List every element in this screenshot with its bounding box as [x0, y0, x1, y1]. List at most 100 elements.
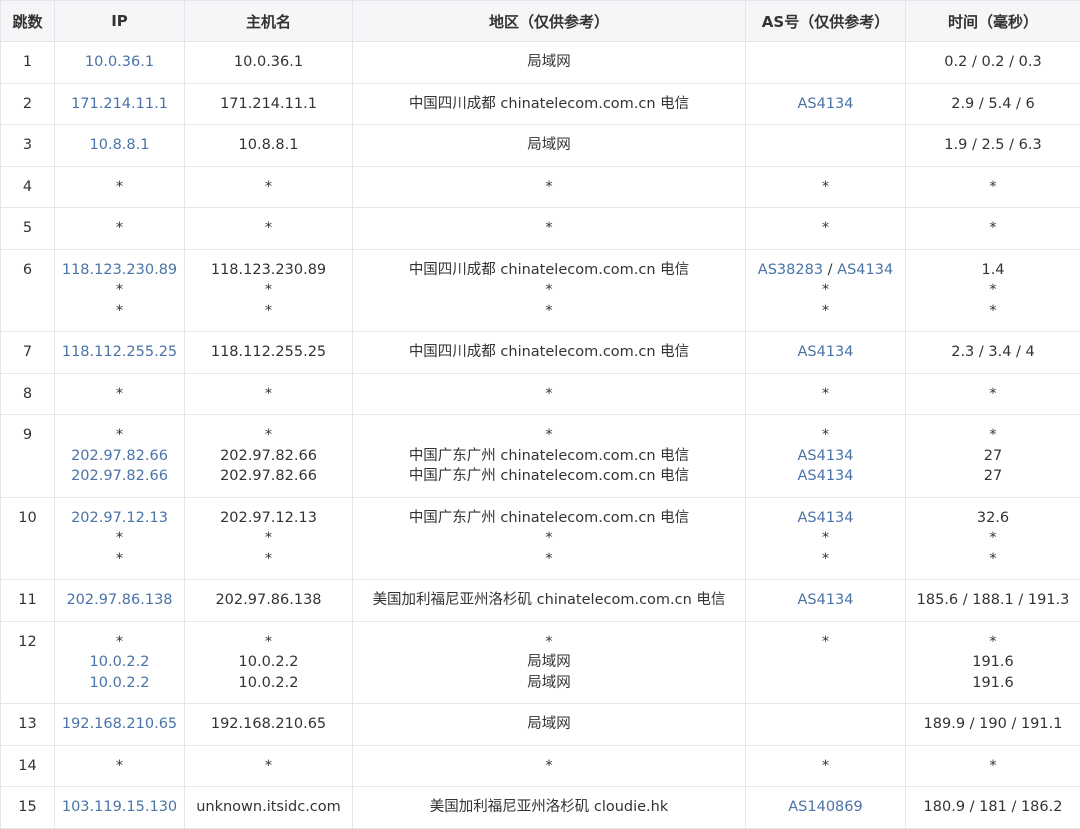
as-number-link[interactable]: AS4134	[797, 510, 853, 526]
hop-number: 11	[1, 580, 55, 622]
region-value: *	[357, 425, 741, 446]
ip-link[interactable]: 103.119.15.130	[59, 797, 180, 818]
as-number-link[interactable]: AS4134	[797, 344, 853, 360]
hostname-value: 10.8.8.1	[189, 135, 348, 156]
hostname-cell: 202.97.86.138	[185, 580, 353, 622]
region-value: *	[357, 384, 741, 405]
as-line: AS4134	[750, 94, 901, 115]
hostname-value: 192.168.210.65	[189, 714, 348, 735]
ip-cell: 171.214.11.1	[55, 83, 185, 125]
as-number-link[interactable]: AS4134	[797, 96, 853, 112]
region-value: 中国广东广州 chinatelecom.com.cn 电信	[357, 466, 741, 487]
as-number-cell: *	[746, 373, 906, 415]
ip-link[interactable]: 171.214.11.1	[59, 94, 180, 115]
time-cell: 0.2 / 0.2 / 0.3	[906, 42, 1080, 84]
as-number-value: *	[822, 634, 829, 650]
hostname-value: *	[189, 384, 348, 405]
as-number-cell: AS38283 / AS4134**	[746, 249, 906, 332]
ip-link[interactable]: 202.97.86.138	[59, 590, 180, 611]
ip-link[interactable]: 10.0.2.2	[59, 673, 180, 694]
region-cell: *中国广东广州 chinatelecom.com.cn 电信中国广东广州 chi…	[353, 415, 746, 498]
time-cell: 32.6**	[906, 497, 1080, 580]
as-number-link[interactable]: AS140869	[788, 799, 862, 815]
ip-cell: *	[55, 208, 185, 250]
as-line: AS4134	[750, 466, 901, 487]
hostname-value: *	[189, 177, 348, 198]
ip-link[interactable]: 10.0.2.2	[59, 652, 180, 673]
time-value: *	[910, 301, 1076, 322]
as-number-cell: AS4134	[746, 83, 906, 125]
time-value: *	[910, 756, 1076, 777]
as-number-cell: AS140869	[746, 787, 906, 829]
as-line: *	[750, 528, 901, 549]
as-line: AS4134	[750, 590, 901, 611]
time-value: *	[910, 384, 1076, 405]
hop-number: 14	[1, 745, 55, 787]
ip-value: *	[59, 384, 180, 405]
ip-link[interactable]: 202.97.12.13	[59, 508, 180, 529]
ip-link[interactable]: 10.8.8.1	[59, 135, 180, 156]
hostname-value: 118.123.230.89	[189, 260, 348, 281]
region-value: 局域网	[357, 673, 741, 694]
as-number-cell: AS4134	[746, 580, 906, 622]
time-value: 0.2 / 0.2 / 0.3	[910, 52, 1076, 73]
as-line	[750, 135, 901, 156]
as-line: AS38283 / AS4134	[750, 260, 901, 281]
hostname-value: 10.0.36.1	[189, 52, 348, 73]
ip-link[interactable]: 202.97.82.66	[59, 466, 180, 487]
ip-link[interactable]: 118.123.230.89	[59, 260, 180, 281]
region-cell: 中国四川成都 chinatelecom.com.cn 电信	[353, 83, 746, 125]
as-number-link[interactable]: AS38283	[758, 262, 823, 278]
region-cell: 中国四川成都 chinatelecom.com.cn 电信**	[353, 249, 746, 332]
time-value: 2.3 / 3.4 / 4	[910, 342, 1076, 363]
region-cell: *	[353, 373, 746, 415]
as-number-cell: *	[746, 208, 906, 250]
ip-value: *	[59, 301, 180, 322]
hostname-value: 202.97.86.138	[189, 590, 348, 611]
hop-number: 1	[1, 42, 55, 84]
table-row: 5*****	[1, 208, 1080, 250]
ip-link[interactable]: 192.168.210.65	[59, 714, 180, 735]
as-line: *	[750, 632, 901, 653]
time-value: 32.6	[910, 508, 1076, 529]
time-cell: *2727	[906, 415, 1080, 498]
ip-cell: 202.97.12.13**	[55, 497, 185, 580]
hostname-value: *	[189, 425, 348, 446]
as-line: *	[750, 301, 901, 322]
hostname-value: 10.0.2.2	[189, 673, 348, 694]
as-line	[750, 52, 901, 73]
table-row: 12*10.0.2.210.0.2.2*10.0.2.210.0.2.2*局域网…	[1, 621, 1080, 704]
hostname-cell: 202.97.12.13**	[185, 497, 353, 580]
ip-link[interactable]: 118.112.255.25	[59, 342, 180, 363]
as-line	[750, 714, 901, 735]
as-line: AS140869	[750, 797, 901, 818]
ip-cell: 118.123.230.89**	[55, 249, 185, 332]
table-row: 6118.123.230.89**118.123.230.89**中国四川成都 …	[1, 249, 1080, 332]
time-value: 185.6 / 188.1 / 191.3	[910, 590, 1076, 611]
time-value: 27	[910, 466, 1076, 487]
table-body: 110.0.36.110.0.36.1局域网 0.2 / 0.2 / 0.321…	[1, 42, 1080, 829]
as-line: AS4134	[750, 508, 901, 529]
as-number-link[interactable]: AS4134	[797, 468, 853, 484]
as-number-link[interactable]: AS4134	[797, 592, 853, 608]
ip-link[interactable]: 10.0.36.1	[59, 52, 180, 73]
hop-number: 6	[1, 249, 55, 332]
hop-number: 7	[1, 332, 55, 374]
hostname-cell: *	[185, 745, 353, 787]
hop-number: 5	[1, 208, 55, 250]
ip-cell: *202.97.82.66202.97.82.66	[55, 415, 185, 498]
as-number-link[interactable]: AS4134	[837, 262, 893, 278]
ip-value: *	[59, 425, 180, 446]
as-number-value: *	[822, 282, 829, 298]
ip-cell: 103.119.15.130	[55, 787, 185, 829]
region-value: 局域网	[357, 714, 741, 735]
ip-link[interactable]: 202.97.82.66	[59, 446, 180, 467]
ip-value: *	[59, 528, 180, 549]
hop-number: 3	[1, 125, 55, 167]
region-value: *	[357, 549, 741, 570]
as-line	[750, 652, 901, 673]
time-value: 191.6	[910, 673, 1076, 694]
time-cell: 2.9 / 5.4 / 6	[906, 83, 1080, 125]
table-row: 15103.119.15.130unknown.itsidc.com美国加利福尼…	[1, 787, 1080, 829]
as-number-link[interactable]: AS4134	[797, 448, 853, 464]
